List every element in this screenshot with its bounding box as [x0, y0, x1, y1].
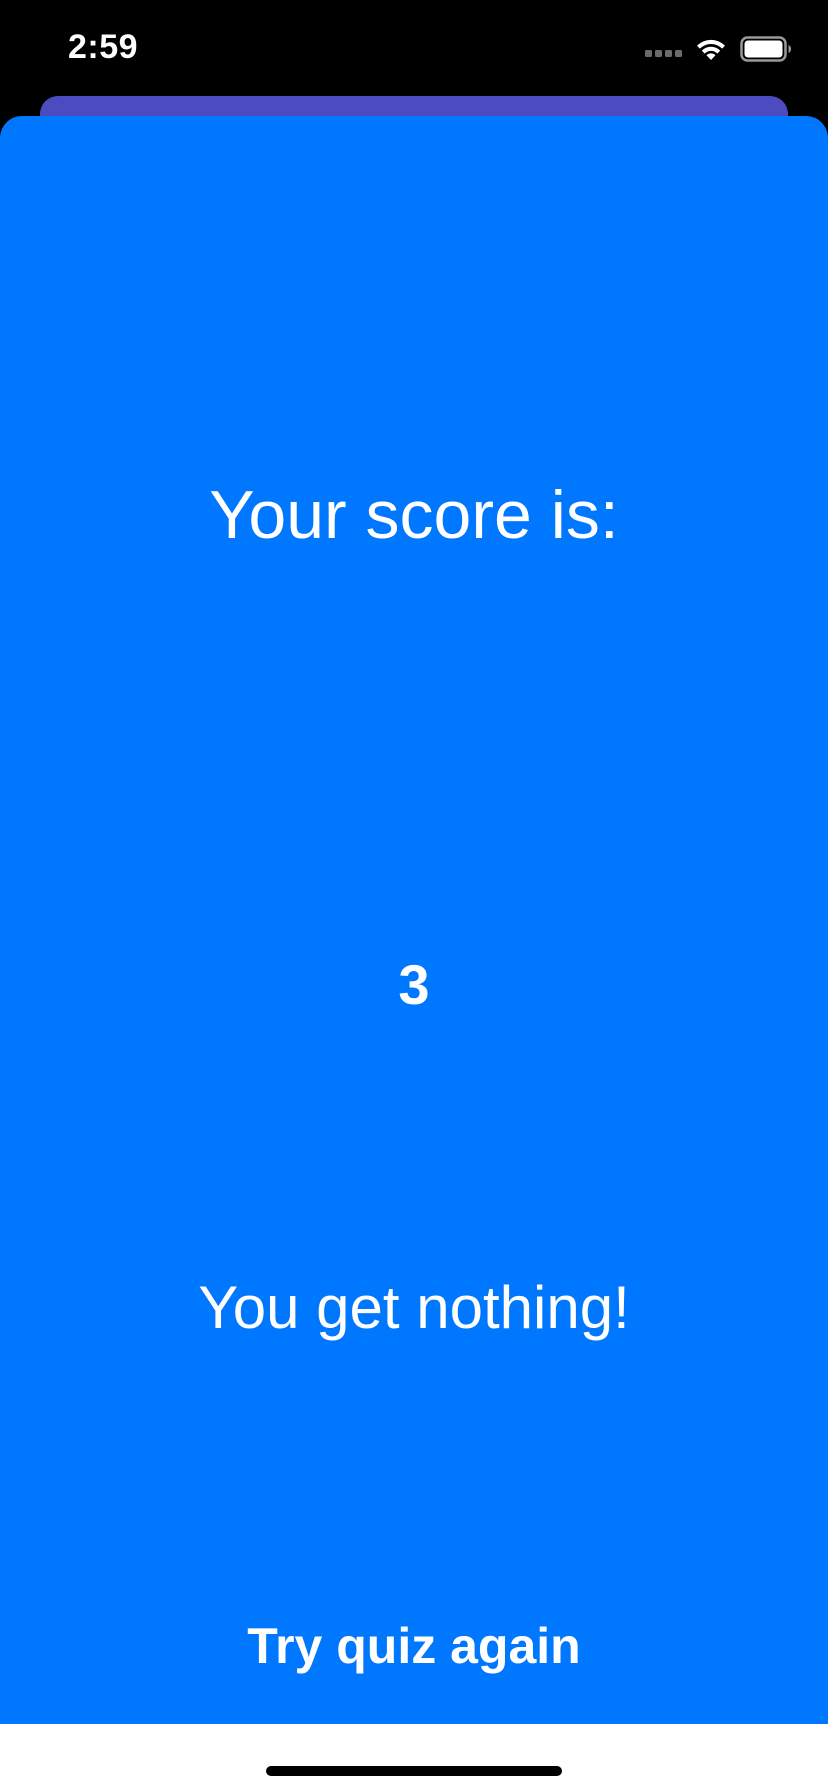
status-icons [645, 36, 792, 62]
home-indicator[interactable] [266, 1766, 562, 1776]
bottom-area [0, 1724, 828, 1792]
status-time: 2:59 [68, 28, 139, 66]
screen: 2:59 Your score is: 3 You get nothing! T… [0, 0, 828, 1792]
result-card: Your score is: 3 You get nothing! Try qu… [0, 116, 828, 1724]
battery-icon [740, 36, 791, 62]
status-bar: 2:59 [0, 0, 828, 100]
try-quiz-again-button[interactable]: Try quiz again [164, 1606, 664, 1686]
result-message: You get nothing! [198, 1274, 630, 1341]
cellular-signal-icon [645, 49, 682, 57]
score-heading: Your score is: [209, 477, 619, 553]
wifi-icon [697, 39, 725, 60]
score-value: 3 [398, 953, 430, 1016]
